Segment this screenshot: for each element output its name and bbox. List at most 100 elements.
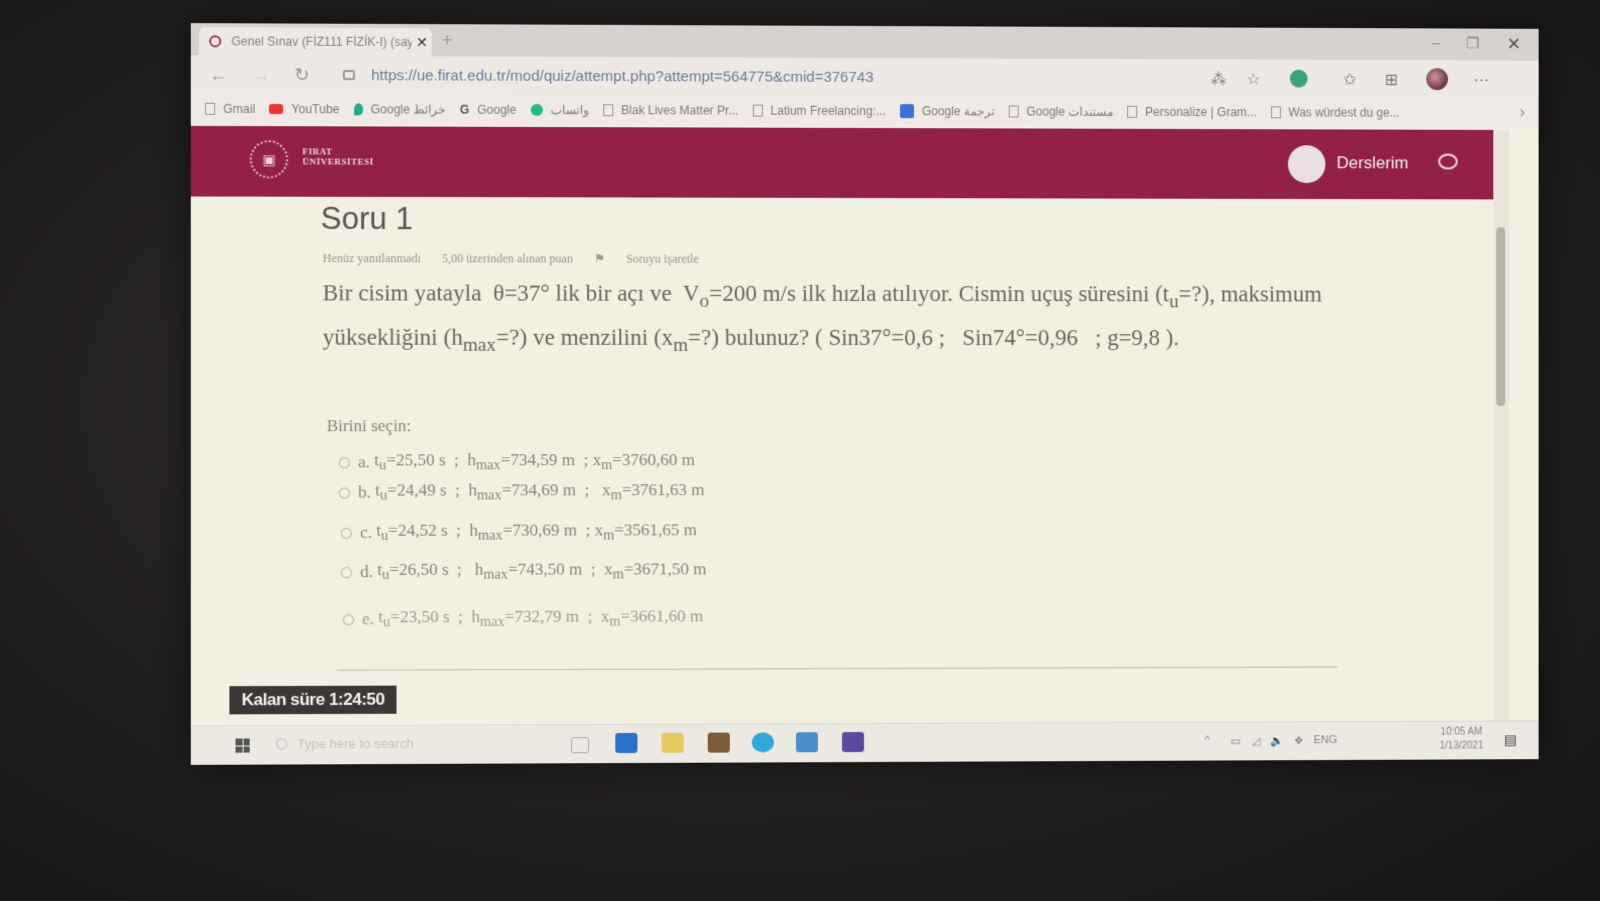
bookmark-google-maps[interactable]: Google خرائط	[354, 102, 446, 116]
map-pin-icon	[354, 103, 363, 115]
battery-icon[interactable]: ▭	[1230, 735, 1240, 748]
answer-option-d[interactable]: d. tu=26,50 s ; hmax=743,50 m ; xm=3671,…	[341, 559, 707, 584]
question-points: 5,00 üzerinden alınan puan	[442, 251, 573, 265]
youtube-icon	[269, 104, 283, 114]
notifications-icon[interactable]: ▤	[1504, 731, 1517, 748]
more-menu-icon[interactable]: ⋯	[1474, 70, 1490, 90]
new-tab-button[interactable]: +	[442, 30, 453, 51]
my-courses-link[interactable]: Derslerim	[1337, 153, 1409, 173]
quiz-content: Soru 1 Henüz yanıtlanmadı 5,00 üzerinden…	[191, 196, 1493, 712]
dropbox-icon[interactable]: ❖	[1294, 734, 1304, 747]
bookmarks-bar: Gmail YouTube Google خرائط G Google واتسا…	[191, 94, 1539, 128]
tab-strip: Genel Sınav (FİZ111 FİZİK-I) (say ✕ + – …	[191, 23, 1539, 61]
remaining-time-badge: Kalan süre 1:24:50	[229, 686, 396, 715]
page-icon	[1127, 106, 1137, 118]
page-icon	[603, 104, 613, 116]
whatsapp-icon	[530, 104, 542, 116]
flag-question-link[interactable]: ⚑ Soruyu işaretle	[594, 252, 717, 266]
mail-icon[interactable]	[796, 732, 818, 752]
radio-button[interactable]	[341, 527, 352, 538]
screen: Genel Sınav (FİZ111 FİZİK-I) (say ✕ + – …	[191, 23, 1539, 765]
minimize-icon[interactable]: –	[1432, 34, 1440, 51]
page-icon	[1271, 106, 1281, 118]
tray-chevron-icon[interactable]: ^	[1205, 735, 1210, 747]
bookmark-whatsapp[interactable]: واتساب	[530, 103, 589, 117]
bookmark-google-translate[interactable]: Google ترجمة	[900, 104, 995, 118]
site-header: ▣ FIRAT ÜNİVERSİTESİ Derslerim	[191, 126, 1493, 200]
divider	[337, 667, 1338, 671]
answer-option-text: tu=24,52 s ; hmax=730,69 m ; xm=3561,65 …	[376, 520, 697, 545]
task-view-icon[interactable]	[571, 737, 589, 753]
scrollbar-thumb[interactable]	[1496, 227, 1505, 406]
bookmark-blm[interactable]: Blak Lives Matter Pr...	[603, 103, 738, 117]
answer-prompt: Birini seçin:	[327, 416, 412, 436]
reload-icon[interactable]: ↻	[294, 65, 309, 86]
radio-button[interactable]	[339, 487, 350, 498]
lock-icon	[343, 70, 355, 80]
messages-icon[interactable]	[1438, 154, 1458, 170]
chevron-right-icon[interactable]: ›	[1520, 104, 1525, 122]
university-logo-icon[interactable]: ▣	[250, 140, 289, 178]
volume-icon[interactable]: 🔈	[1270, 734, 1284, 747]
radio-button[interactable]	[339, 457, 350, 468]
store-icon[interactable]	[708, 733, 730, 753]
page-scrollbar[interactable]	[1493, 130, 1509, 726]
outlook-icon[interactable]	[615, 733, 637, 753]
question-status: Henüz yanıtlanmadı	[323, 251, 421, 265]
bookmark-google-docs[interactable]: Google مستندات	[1008, 104, 1113, 118]
taskbar-clock[interactable]: 10:05 AM 1/13/2021	[1440, 726, 1484, 754]
page-icon	[1008, 105, 1018, 117]
answer-option-c[interactable]: c. tu=24,52 s ; hmax=730,69 m ; xm=3561,…	[341, 520, 697, 545]
translate-icon	[900, 104, 914, 118]
back-icon[interactable]: ←	[209, 64, 227, 85]
profile-avatar-icon[interactable]	[1426, 68, 1448, 90]
grammarly-extension-icon[interactable]	[1290, 70, 1308, 88]
file-explorer-icon[interactable]	[662, 733, 684, 753]
network-icon[interactable]: ◿	[1252, 734, 1260, 747]
bookmark-latium[interactable]: Latium Freelancing:...	[752, 104, 886, 118]
collections-icon[interactable]: ⊞	[1385, 70, 1398, 90]
question-info: Henüz yanıtlanmadı 5,00 üzerinden alınan…	[323, 251, 735, 267]
page-icon	[752, 105, 762, 117]
google-icon: G	[460, 103, 469, 117]
tab-title: Genel Sınav (FİZ111 FİZİK-I) (say	[231, 34, 411, 49]
windows-taskbar: Type here to search ^ ▭ ◿ 🔈 ❖ ENG 10:05 …	[191, 720, 1539, 764]
radio-button[interactable]	[343, 614, 354, 625]
site-favicon-icon	[209, 35, 221, 47]
answer-option-b[interactable]: b. tu=24,49 s ; hmax=734,69 m ; xm=3761,…	[339, 480, 705, 505]
close-tab-icon[interactable]: ✕	[412, 34, 432, 51]
bookmark-youtube[interactable]: YouTube	[269, 102, 339, 116]
edge-browser-icon[interactable]	[752, 732, 774, 752]
university-logo-text: FIRAT ÜNİVERSİTESİ	[302, 146, 373, 166]
bookmark-grammarly[interactable]: Personalize | Gram...	[1127, 105, 1256, 119]
address-bar-row: ← → ↻ https://ue.firat.edu.tr/mod/quiz/a…	[191, 55, 1539, 98]
bookmark-was-wurdest[interactable]: Was würdest du ge...	[1271, 105, 1400, 119]
read-aloud-icon[interactable]: ⁂	[1211, 69, 1227, 89]
language-indicator[interactable]: ENG	[1314, 734, 1338, 746]
bookmark-gmail[interactable]: Gmail	[205, 102, 255, 116]
answer-option-text: tu=25,50 s ; hmax=734,59 m ; xm=3760,60 …	[374, 450, 695, 475]
restore-icon[interactable]: ❐	[1466, 35, 1479, 53]
taskbar-search-box[interactable]: Type here to search	[276, 736, 414, 752]
answer-option-a[interactable]: a. tu=25,50 s ; hmax=734,59 m ; xm=3760,…	[339, 450, 695, 475]
favorites-list-icon[interactable]: ✩	[1343, 70, 1356, 90]
question-title: Soru 1	[321, 201, 413, 237]
flag-icon: ⚑	[594, 252, 608, 266]
user-avatar[interactable]	[1288, 145, 1326, 183]
browser-tab[interactable]: Genel Sınav (FİZ111 FİZİK-I) (say ✕	[199, 27, 432, 56]
page-icon	[205, 103, 215, 115]
answer-option-e[interactable]: e. tu=23,50 s ; hmax=732,79 m ; xm=3661,…	[343, 606, 703, 631]
close-window-icon[interactable]: ✕	[1507, 35, 1521, 55]
favorite-star-icon[interactable]: ☆	[1246, 69, 1260, 89]
forward-icon[interactable]: →	[252, 65, 270, 86]
search-icon	[276, 738, 287, 749]
answer-option-text: tu=24,49 s ; hmax=734,69 m ; xm=3761,63 …	[375, 480, 704, 505]
question-text: Bir cisim yatayla θ=37° lik bir açı ve V…	[323, 275, 1383, 363]
answer-option-text: tu=26,50 s ; hmax=743,50 m ; xm=3671,50 …	[377, 559, 706, 584]
url-field[interactable]: https://ue.firat.edu.tr/mod/quiz/attempt…	[343, 62, 1175, 91]
bookmark-google[interactable]: G Google	[460, 103, 517, 117]
answer-option-text: tu=23,50 s ; hmax=732,79 m ; xm=3661,60 …	[378, 606, 703, 631]
app-icon[interactable]	[842, 732, 864, 752]
windows-start-icon[interactable]	[235, 738, 249, 752]
radio-button[interactable]	[341, 567, 352, 578]
